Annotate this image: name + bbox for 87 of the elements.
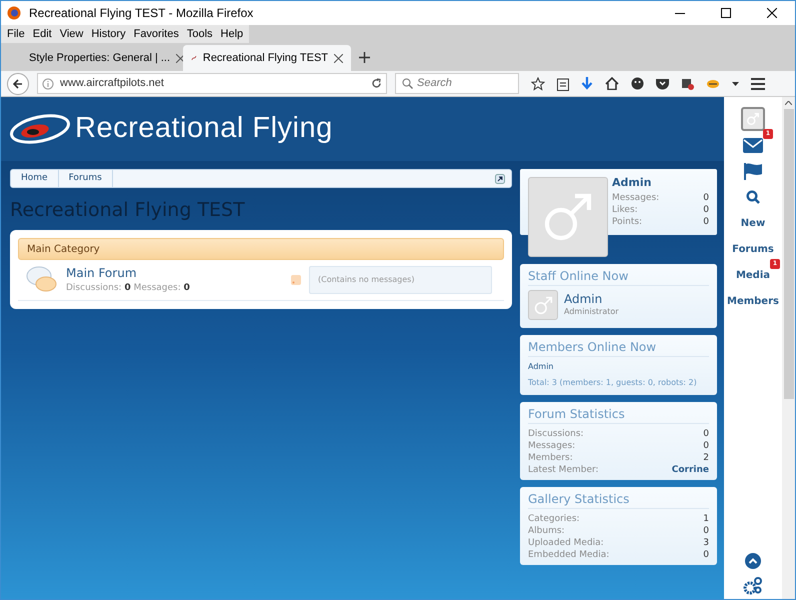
stat-value: 0 <box>703 428 709 440</box>
home-icon[interactable] <box>605 77 619 90</box>
side-nav-link[interactable]: Media <box>736 268 770 282</box>
tab-title: Style Properties: General | ... <box>29 50 170 66</box>
stat-value: 0 <box>703 525 709 537</box>
breadcrumb-link[interactable]: Home <box>11 170 59 187</box>
search-field[interactable]: Search <box>395 73 519 94</box>
menu-item[interactable]: File <box>3 26 29 42</box>
scroll-up-icon[interactable] <box>745 553 761 569</box>
sidebar-block-title: Forum Statistics <box>528 406 709 424</box>
stat-label: Messages: <box>528 440 576 452</box>
download-icon[interactable] <box>581 76 593 90</box>
search-icon <box>402 78 413 89</box>
close-icon <box>767 8 777 18</box>
back-button[interactable] <box>7 72 29 94</box>
stat-value: 0 <box>703 440 709 452</box>
sidebar-block-title: Staff Online Now <box>528 268 709 286</box>
addon-icon[interactable] <box>706 78 720 90</box>
staff-role: Administrator <box>564 306 619 318</box>
member-link[interactable]: Admin <box>528 361 709 373</box>
back-arrow-icon <box>13 78 23 88</box>
stat-label: Categories: <box>528 513 580 525</box>
browser-tab[interactable]: Recreational Flying TEST <box>183 45 351 71</box>
avatar-placeholder <box>528 290 558 320</box>
window-title: Recreational Flying TEST - Mozilla Firefox <box>29 5 254 22</box>
page-title: Recreational Flying TEST <box>10 198 246 222</box>
side-nav-link[interactable]: Members <box>727 294 779 308</box>
info-icon <box>42 78 54 90</box>
sidebar-block-title: Gallery Statistics <box>528 491 709 509</box>
last-post-box: (Contains no messages) <box>309 266 492 294</box>
tab-close-icon[interactable] <box>334 54 343 62</box>
stat-value: 1 <box>703 513 709 525</box>
pocket-icon[interactable] <box>656 78 669 90</box>
side-nav-link[interactable]: Forums <box>732 242 774 256</box>
forum-title-link[interactable]: Main Forum <box>66 264 190 282</box>
visitor-name-link[interactable]: Admin <box>612 175 709 192</box>
tab-title: Recreational Flying TEST <box>202 50 328 66</box>
logo-swoosh-icon <box>9 112 71 146</box>
stat-label: Embedded Media: <box>528 549 610 561</box>
forum-counts: Discussions: 0 Messages: 0 <box>66 282 190 295</box>
menu-item[interactable]: View <box>56 26 88 42</box>
stat-value[interactable]: Corrine <box>672 464 709 476</box>
address-bar[interactable]: www.aircraftpilots.net <box>37 73 387 94</box>
maximize-icon <box>721 8 731 18</box>
menu-item[interactable]: History <box>87 26 130 42</box>
online-total: Total: 3 (members: 1, guests: 0, robots: 2) <box>528 377 698 389</box>
staff-name-link[interactable]: Admin <box>564 292 619 306</box>
side-nav-link[interactable]: New <box>740 216 766 230</box>
bookmark-star-icon[interactable] <box>531 76 545 90</box>
scrollbar-thumb[interactable] <box>784 109 794 399</box>
stat-label: Members: <box>528 452 573 464</box>
clipboard-icon[interactable] <box>557 76 569 90</box>
menu-item[interactable]: Help <box>216 26 248 42</box>
stat-value: 0 <box>703 216 709 228</box>
category-header[interactable]: Main Category <box>18 238 504 260</box>
stat-label: Discussions: <box>528 428 584 440</box>
address-url: www.aircraftpilots.net <box>60 76 164 92</box>
smiley-icon[interactable] <box>631 77 644 90</box>
stat-value: 3 <box>703 537 709 549</box>
menu-item[interactable]: Edit <box>28 26 56 42</box>
reload-icon[interactable] <box>371 78 382 89</box>
avatar-icon[interactable] <box>741 107 765 131</box>
stat-label: Albums: <box>528 525 565 537</box>
menu-icon[interactable] <box>751 78 765 90</box>
mail-icon[interactable] <box>743 138 763 152</box>
search-input[interactable]: Search <box>417 75 512 92</box>
stat-label: Likes: <box>612 204 638 216</box>
stat-value: 0 <box>703 204 709 216</box>
flag-icon[interactable] <box>744 162 762 180</box>
browser-logo-icon <box>7 6 21 20</box>
breadcrumb-link[interactable]: Forums <box>58 170 113 187</box>
logo-text: Recreational Flying <box>75 111 333 146</box>
stat-label: Messages: <box>612 192 660 204</box>
stat-label: Points: <box>612 216 642 228</box>
gears-icon[interactable] <box>743 577 763 595</box>
sidebar-block-title: Members Online Now <box>528 339 709 357</box>
menu-item[interactable]: Favorites <box>130 26 183 42</box>
jump-icon[interactable] <box>495 174 505 184</box>
stat-value: 2 <box>703 452 709 464</box>
new-tab-icon[interactable] <box>359 52 370 63</box>
dropdown-caret-icon[interactable] <box>732 82 739 86</box>
stat-label: Latest Member: <box>528 464 599 476</box>
search-icon[interactable] <box>746 190 760 204</box>
menu-item[interactable]: Tools <box>182 26 217 42</box>
stat-value: 0 <box>703 192 709 204</box>
stat-value: 0 <box>703 549 709 561</box>
stat-label: Uploaded Media: <box>528 537 604 549</box>
